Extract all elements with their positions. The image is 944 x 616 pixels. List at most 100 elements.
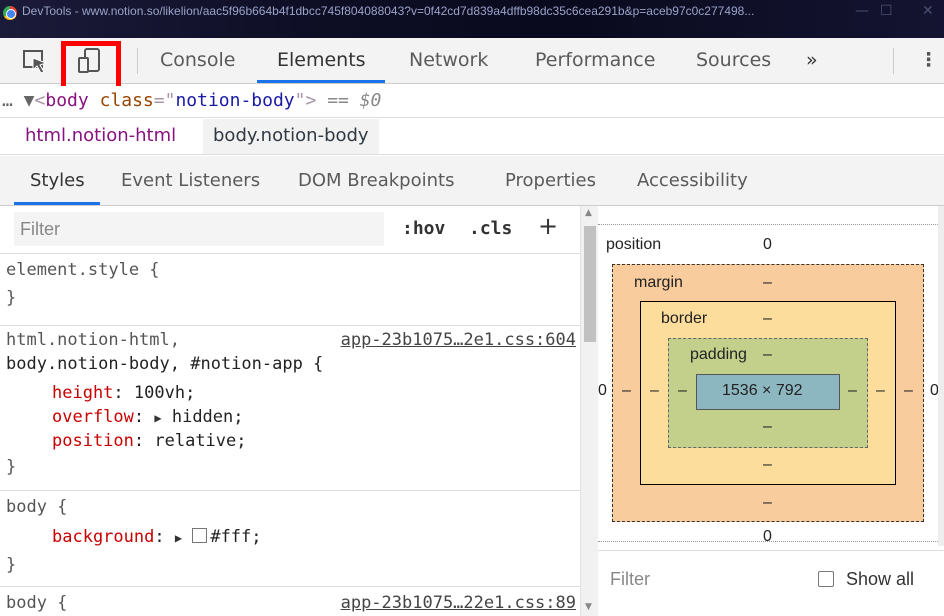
rule-selector[interactable]: body { (6, 497, 67, 517)
styles-filter-bar: :hov .cls + (0, 206, 580, 254)
box-model-scrollbar[interactable] (938, 206, 944, 546)
rule-selector[interactable]: element.style { (6, 260, 160, 280)
property-value[interactable]: 100vh; (124, 383, 195, 403)
maximize-button[interactable]: ☐ (880, 3, 893, 19)
content-size[interactable]: 1536 × 792 (722, 382, 803, 400)
close-window-button[interactable]: ✕ (922, 3, 934, 19)
tab-event-listeners[interactable]: Event Listeners (121, 170, 260, 191)
attr-equals: =" (153, 90, 176, 111)
color-swatch-icon[interactable] (192, 528, 208, 543)
rule-selector[interactable]: body.notion-body, #notion-app { (6, 354, 323, 374)
tab-network[interactable]: Network (409, 49, 488, 71)
margin-top-value[interactable]: – (763, 274, 772, 292)
tag-bracket: "> (294, 90, 317, 111)
attr-value: notion-body (175, 90, 295, 111)
margin-label: margin (634, 274, 683, 291)
scroll-down-icon[interactable]: ▼ (585, 602, 592, 612)
rule-close-brace: } (6, 288, 17, 308)
margin-left-value[interactable]: – (622, 382, 631, 400)
position-top-value[interactable]: 0 (763, 236, 772, 254)
hover-state-button[interactable]: :hov (402, 218, 445, 239)
css-property[interactable]: overflow: ▶ hidden; (52, 407, 244, 427)
rule-close-brace: } (6, 457, 17, 477)
selected-marker: == $0 (327, 90, 382, 111)
property-value[interactable]: hidden; (162, 407, 244, 427)
margin-bottom-value[interactable]: – (763, 494, 772, 512)
style-rule: element.style { } (0, 254, 580, 326)
border-bottom-value[interactable]: – (763, 456, 772, 474)
tab-properties[interactable]: Properties (505, 170, 596, 191)
new-rule-button[interactable]: + (538, 212, 558, 240)
property-name[interactable]: background (52, 527, 154, 547)
position-bottom-value[interactable]: 0 (763, 528, 772, 546)
breadcrumb-body[interactable]: body.notion-body (203, 119, 379, 154)
more-tabs-button[interactable]: » (806, 49, 818, 71)
rule-selector[interactable]: html.notion-html, (6, 330, 180, 350)
tab-console[interactable]: Console (160, 49, 235, 71)
property-name[interactable]: position (52, 431, 134, 451)
node-expand-icon[interactable]: … ▼ (2, 90, 35, 111)
padding-label: padding (690, 346, 747, 363)
property-value[interactable]: relative; (144, 431, 246, 451)
scroll-up-icon[interactable]: ▲ (585, 208, 592, 218)
padding-right-value[interactable]: – (848, 382, 857, 400)
styles-scrollbar[interactable]: ▲ ▼ (580, 206, 598, 616)
toolbar-divider (137, 48, 138, 74)
style-rule: body { app-23b1075…22e1.css:89 (0, 587, 580, 616)
border-top-value[interactable]: – (763, 310, 772, 328)
rule-close-brace: } (6, 555, 17, 575)
scrollbar-thumb[interactable] (584, 226, 596, 342)
border-label: border (661, 310, 708, 327)
tag-name: body (45, 90, 89, 111)
expand-triangle-icon[interactable]: ▶ (154, 411, 161, 425)
border-left-value[interactable]: – (650, 382, 659, 400)
class-toggle-button[interactable]: .cls (469, 218, 512, 239)
computed-filter-input[interactable]: Filter (610, 569, 650, 590)
tab-performance[interactable]: Performance (535, 49, 655, 71)
style-rule: body { background: ▶ #fff; } (0, 491, 580, 587)
minimize-button[interactable]: — (855, 3, 869, 19)
tab-dom-breakpoints[interactable]: DOM Breakpoints (298, 170, 454, 191)
border-right-value[interactable]: – (876, 382, 885, 400)
menu-button[interactable]: ⋮ (919, 49, 938, 71)
tag-bracket: < (34, 90, 46, 111)
css-property[interactable]: position: relative; (52, 431, 247, 451)
padding-left-value[interactable]: – (678, 382, 687, 400)
padding-bottom-value[interactable]: – (763, 418, 772, 436)
tab-elements[interactable]: Elements (277, 49, 366, 71)
rule-source-link[interactable]: app-23b1075…2e1.css:604 (341, 330, 576, 350)
css-property[interactable]: background: ▶ #fff; (52, 527, 262, 547)
rule-selector[interactable]: body { (6, 593, 67, 613)
css-property[interactable]: height: 100vh; (52, 383, 195, 403)
position-left-value[interactable]: 0 (598, 382, 607, 400)
property-name[interactable]: overflow (52, 407, 134, 427)
inspect-element-icon[interactable] (20, 46, 50, 76)
chrome-logo-icon (3, 6, 17, 20)
box-model-pane: position 0 margin – border – padding – 1… (598, 206, 944, 616)
property-value[interactable]: #fff; (210, 527, 261, 547)
tab-styles[interactable]: Styles (30, 170, 85, 191)
toolbar-divider (893, 48, 894, 74)
show-all-checkbox[interactable] (818, 571, 834, 587)
property-name[interactable]: height (52, 383, 113, 403)
window-title: DevTools - www.notion.so/likelion/aac5f9… (22, 4, 755, 18)
rule-source-link[interactable]: app-23b1075…22e1.css:89 (341, 593, 576, 613)
expand-triangle-icon[interactable]: ▶ (175, 531, 182, 545)
sidebar-tabs: Styles Event Listeners DOM Breakpoints P… (0, 156, 944, 206)
show-all-label[interactable]: Show all (846, 569, 914, 590)
tab-accessibility[interactable]: Accessibility (637, 170, 748, 191)
selected-dom-node[interactable]: … ▼<body class="notion-body"> == $0 (0, 86, 944, 118)
attr-name: class (99, 90, 154, 111)
active-subtab-indicator (14, 202, 100, 205)
devtools-toolbar: Console Elements Network Performance Sou… (0, 38, 944, 91)
computed-filter-bar: Filter Show all (598, 550, 944, 616)
styles-filter-input[interactable] (14, 212, 384, 246)
breadcrumb-html[interactable]: html.notion-html (15, 119, 186, 154)
active-tab-indicator (257, 80, 385, 83)
breadcrumb: html.notion-html body.notion-body (0, 119, 944, 155)
margin-right-value[interactable]: – (904, 382, 913, 400)
padding-top-value[interactable]: – (763, 346, 772, 364)
tab-sources[interactable]: Sources (696, 49, 771, 71)
device-toggle-icon[interactable] (75, 46, 105, 76)
window-title-bar: DevTools - www.notion.so/likelion/aac5f9… (0, 0, 944, 38)
